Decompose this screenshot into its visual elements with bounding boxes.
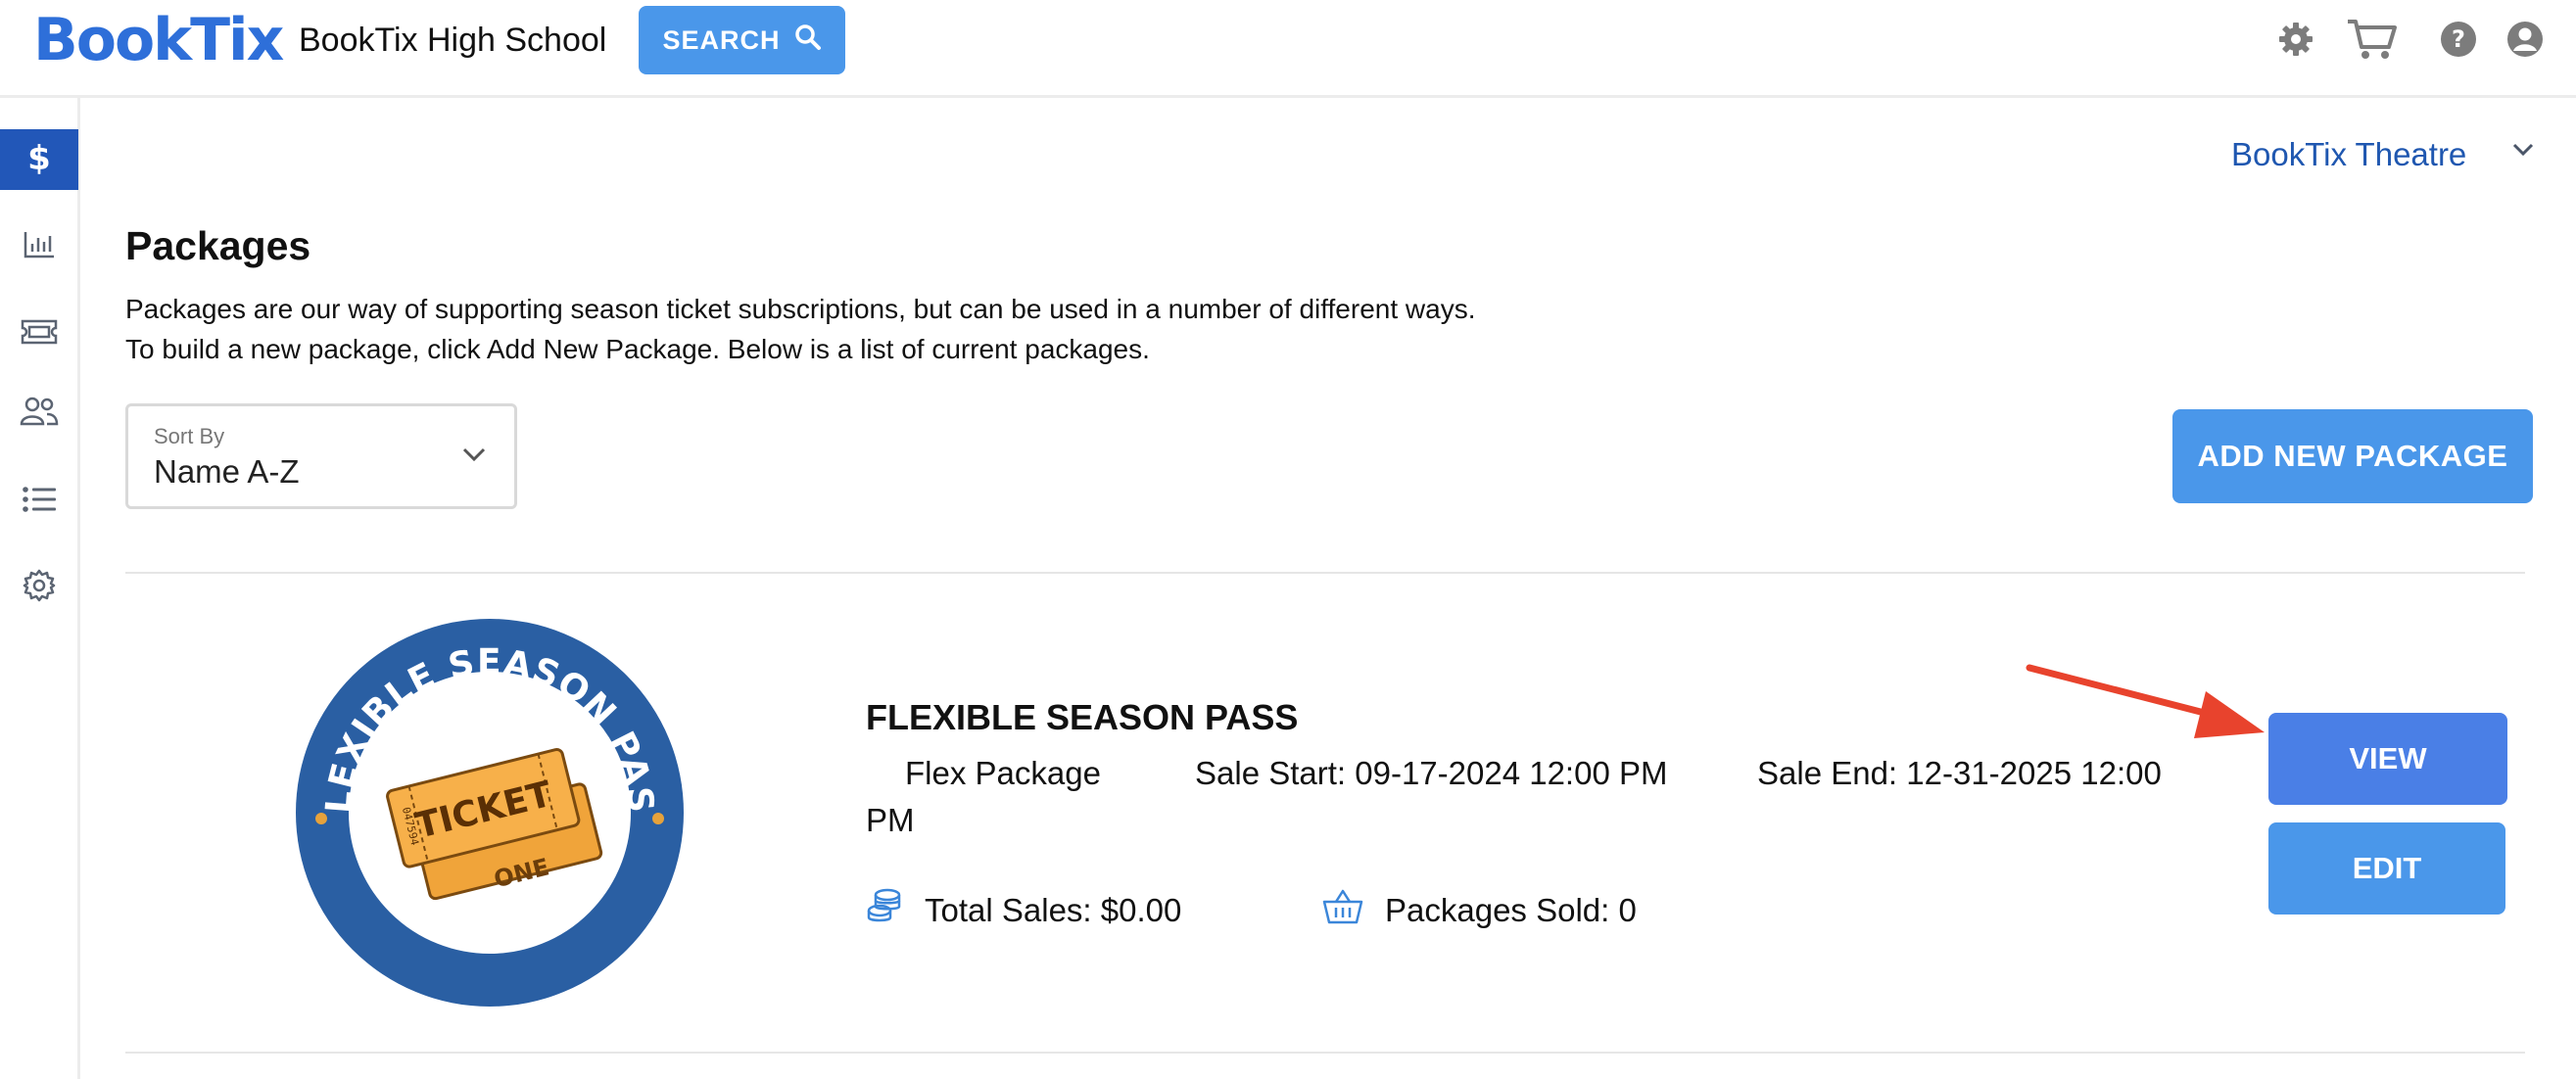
search-icon [794, 23, 822, 58]
bar-chart-icon [23, 230, 56, 264]
package-sale-end: Sale End: 12-31-2025 12:00 [1757, 755, 2162, 791]
users-icon [20, 396, 59, 432]
divider [125, 1052, 2525, 1054]
cart-icon[interactable] [2345, 18, 2400, 61]
top-bar: BookTix BookTix High School SEARCH ? [0, 0, 2576, 98]
package-sale-end-wrap: PM [866, 802, 915, 838]
package-title: FLEXIBLE SEASON PASS [866, 697, 1299, 737]
svg-text:$: $ [27, 139, 51, 177]
sort-by-value: Name A-Z [154, 453, 300, 490]
coins-icon [866, 887, 903, 934]
ticket-icon [21, 318, 58, 351]
settings-icon [23, 569, 56, 607]
packages-sold-text: Packages Sold: 0 [1385, 892, 1637, 928]
dollar-icon: $ [24, 138, 54, 182]
sort-by-label: Sort By [154, 424, 225, 448]
total-sales-text: Total Sales: $0.00 [925, 892, 1182, 928]
theatre-selector-value: BookTix Theatre [2231, 136, 2467, 172]
annotation-arrow [2024, 656, 2268, 744]
booktix-logo[interactable]: BookTix [33, 6, 284, 74]
page-description-line2: To build a new package, click Add New Pa… [125, 334, 1150, 364]
list-icon [22, 485, 57, 519]
organization-name: BookTix High School [299, 22, 607, 59]
sidebar-item-reports[interactable] [0, 216, 78, 277]
package-sale-start: Sale Start: 09-17-2024 12:00 PM [1195, 755, 1668, 791]
package-image: FLEXIBLE SEASON PASS CUSTOMIZED FOR YOU!… [279, 584, 688, 1010]
search-button[interactable]: SEARCH [639, 6, 845, 74]
sort-by-select[interactable]: Sort By Name A-Z [125, 403, 517, 509]
chevron-down-icon [2511, 141, 2535, 164]
sidebar-item-tickets[interactable] [0, 304, 78, 364]
total-sales-stat: Total Sales: $0.00 [866, 887, 1181, 934]
page-title: Packages [125, 223, 311, 268]
basket-icon [1322, 888, 1363, 933]
help-icon[interactable]: ? [2437, 18, 2480, 61]
account-icon[interactable] [2504, 18, 2547, 61]
chevron-down-icon [461, 446, 487, 468]
divider [125, 572, 2525, 574]
sidebar-item-settings[interactable] [0, 557, 78, 618]
page-description-line1: Packages are our way of supporting seaso… [125, 294, 1476, 324]
edit-package-button[interactable]: EDIT [2268, 822, 2505, 915]
view-package-button[interactable]: VIEW [2268, 713, 2507, 805]
svg-text:?: ? [2452, 25, 2465, 53]
theatre-selector[interactable]: BookTix Theatre [2231, 131, 2535, 178]
sidebar-item-sales[interactable]: $ [0, 129, 78, 190]
sidebar: $ [0, 98, 80, 1079]
gear-icon[interactable] [2274, 18, 2317, 61]
add-new-package-button[interactable]: ADD NEW PACKAGE [2172, 409, 2533, 503]
search-button-label: SEARCH [662, 24, 781, 55]
sidebar-item-patrons[interactable] [0, 383, 78, 444]
packages-sold-stat: Packages Sold: 0 [1322, 887, 1637, 934]
sidebar-item-lists[interactable] [0, 471, 78, 532]
package-type: Flex Package [905, 755, 1101, 791]
